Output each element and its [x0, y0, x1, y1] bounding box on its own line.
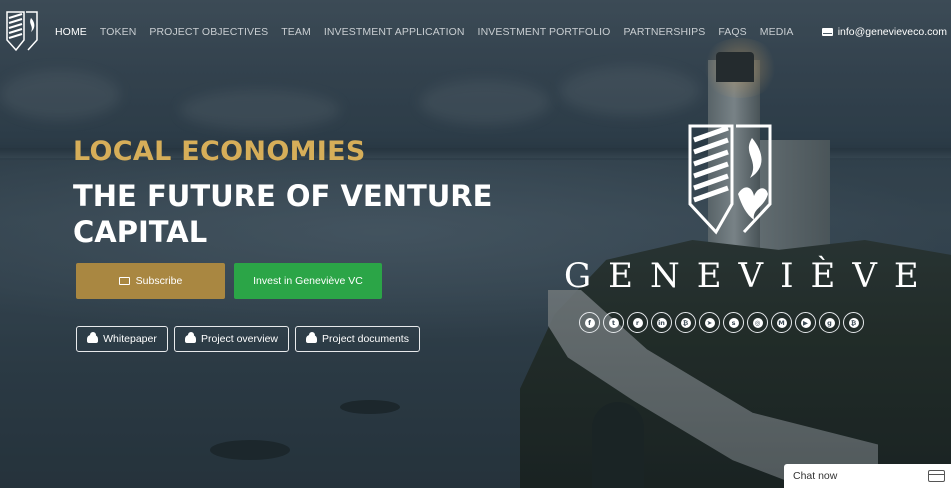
telegram-icon[interactable]: ➤	[699, 312, 720, 333]
nav-token[interactable]: TOKEN	[100, 26, 136, 38]
nav-investment-application[interactable]: INVESTMENT APPLICATION	[324, 26, 465, 38]
nav-partnerships[interactable]: PARTNERSHIPS	[623, 26, 705, 38]
facebook-icon[interactable]: f	[579, 312, 600, 333]
genevieve-crest-logo	[688, 124, 772, 235]
email-text: info@genevieveco.com	[837, 26, 947, 38]
bitcoin-alt-icon[interactable]: ₿	[843, 312, 864, 333]
whitepaper-label: Whitepaper	[103, 333, 157, 345]
github-icon[interactable]: g	[819, 312, 840, 333]
nav-project-objectives[interactable]: PROJECT OBJECTIVES	[149, 26, 268, 38]
project-documents-label: Project documents	[322, 333, 409, 345]
invest-button[interactable]: Invest in Geneviève VC	[234, 263, 382, 299]
nav-links: HOME TOKEN PROJECT OBJECTIVES TEAM INVES…	[55, 26, 807, 38]
snapchat-icon[interactable]: s	[723, 312, 744, 333]
nav-media[interactable]: MEDIA	[760, 26, 794, 38]
chat-label: Chat now	[793, 470, 838, 482]
reddit-icon[interactable]: r	[627, 312, 648, 333]
invest-label: Invest in Geneviève VC	[253, 275, 363, 287]
nav-faqs[interactable]: FAQS	[718, 26, 746, 38]
envelope-icon	[118, 277, 130, 285]
cloud-download-icon	[184, 332, 196, 343]
medium-icon[interactable]: M	[771, 312, 792, 333]
instagram-icon[interactable]: ◎	[747, 312, 768, 333]
subscribe-label: Subscribe	[135, 275, 183, 287]
hero-subtitle: LOCAL ECONOMIES	[73, 136, 366, 167]
nav-investment-portfolio[interactable]: INVESTMENT PORTFOLIO	[478, 26, 611, 38]
chat-window-icon[interactable]	[928, 470, 945, 482]
linkedin-icon[interactable]: in	[651, 312, 672, 333]
social-links: f t r in ₿ ➤ s ◎ M ▶ g ₿	[579, 312, 864, 333]
hero-title: THE FUTURE OF VENTURE CAPITAL	[73, 179, 493, 249]
email-link[interactable]: info@genevieveco.com	[821, 26, 947, 38]
chat-widget[interactable]: Chat now	[784, 464, 951, 488]
bitcoin-icon[interactable]: ₿	[675, 312, 696, 333]
brand-name: GENEVIÈVE	[564, 256, 936, 296]
project-documents-button[interactable]: Project documents	[295, 326, 420, 352]
top-navigation: HOME TOKEN PROJECT OBJECTIVES TEAM INVES…	[0, 0, 951, 62]
site-logo[interactable]	[6, 10, 38, 52]
youtube-icon[interactable]: ▶	[795, 312, 816, 333]
project-overview-button[interactable]: Project overview	[174, 326, 289, 352]
nav-home[interactable]: HOME	[55, 26, 87, 38]
nav-team[interactable]: TEAM	[281, 26, 311, 38]
twitter-icon[interactable]: t	[603, 312, 624, 333]
cloud-download-icon	[306, 332, 318, 343]
cloud-download-icon	[87, 332, 99, 343]
whitepaper-button[interactable]: Whitepaper	[76, 326, 168, 352]
subscribe-button[interactable]: Subscribe	[76, 263, 225, 299]
mail-icon	[821, 28, 833, 36]
project-overview-label: Project overview	[200, 333, 279, 345]
